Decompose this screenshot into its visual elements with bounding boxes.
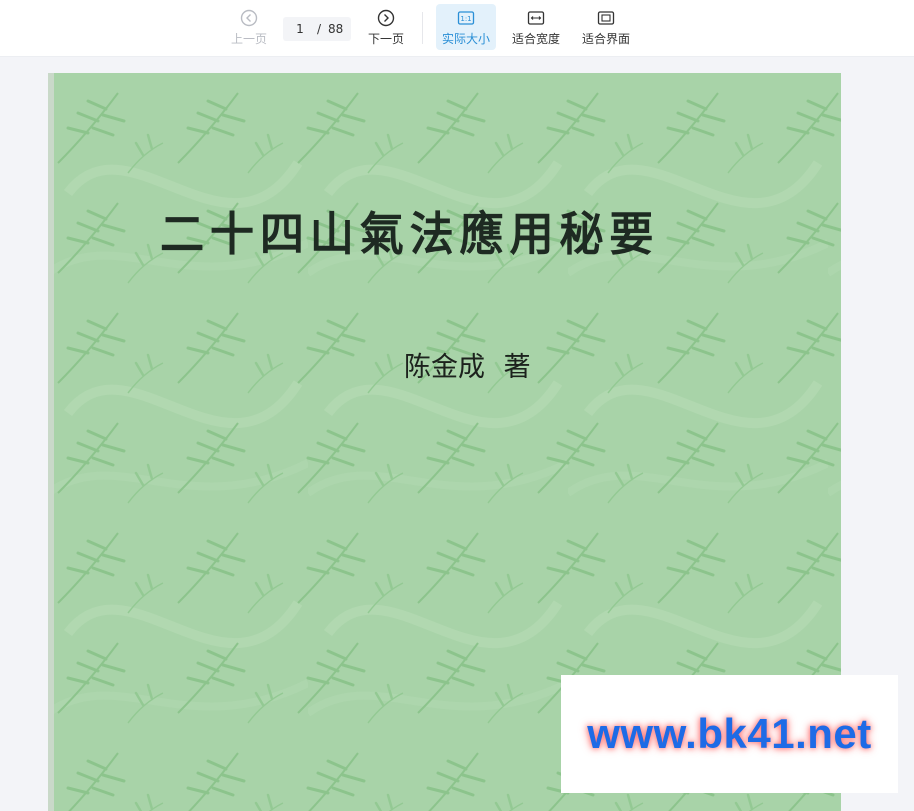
page-indicator: 1 / 88: [283, 17, 351, 41]
next-page-button[interactable]: 下一页: [363, 4, 409, 50]
fit-screen-button[interactable]: 适合界面: [576, 4, 636, 50]
toolbar-divider: [422, 12, 423, 44]
chevron-right-circle-icon: [377, 9, 395, 27]
one-to-one-icon: 1:1: [457, 11, 475, 25]
actual-size-button[interactable]: 1:1 实际大小: [436, 4, 496, 50]
watermark-text: www.bk41.net: [587, 710, 872, 757]
actual-size-label: 实际大小: [441, 32, 490, 46]
fit-screen-label: 适合界面: [581, 32, 630, 46]
current-page-input[interactable]: 1: [283, 22, 317, 36]
total-pages: 88: [328, 22, 344, 36]
page-separator: /: [317, 22, 322, 36]
fit-width-button[interactable]: 适合宽度: [506, 4, 566, 50]
arrows-horizontal-icon: [527, 11, 545, 25]
book-author: 陈金成 著: [404, 352, 531, 383]
prev-page-button[interactable]: 上一页: [226, 4, 272, 50]
svg-text:1:1: 1:1: [460, 15, 471, 23]
fit-width-label: 适合宽度: [511, 32, 560, 46]
prev-page-label: 上一页: [230, 32, 267, 46]
viewer-toolbar: 上一页 1 / 88 下一页 1:1 实际大小 适合宽度 适合界面: [0, 0, 914, 57]
next-page-label: 下一页: [367, 32, 404, 46]
book-title: 二十四山氣法應用秘要: [160, 207, 660, 261]
site-watermark: www.bk41.net: [561, 675, 898, 793]
chevron-left-circle-icon: [240, 9, 258, 27]
fit-screen-icon: [597, 11, 615, 25]
